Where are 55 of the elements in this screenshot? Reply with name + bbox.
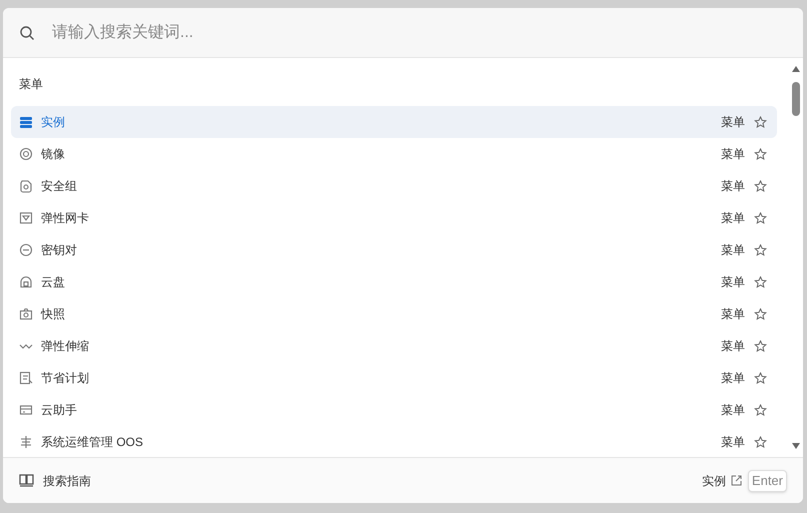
book-icon: [19, 474, 34, 487]
scroll-thumb[interactable]: [792, 82, 800, 116]
menu-item-icon: [19, 275, 33, 289]
star-icon[interactable]: [754, 148, 767, 160]
menu-item-label: 弹性伸缩: [41, 338, 90, 355]
menu-item-icon: [19, 243, 33, 257]
menu-item[interactable]: 实例 菜单: [11, 106, 777, 138]
section-title: 菜单: [18, 76, 44, 93]
menu-item-label: 节省计划: [41, 370, 90, 387]
star-icon[interactable]: [754, 436, 767, 448]
search-icon: [19, 25, 35, 41]
menu-item-icon: [19, 147, 33, 161]
star-icon[interactable]: [754, 308, 767, 320]
menu-item-icon: [19, 211, 33, 225]
enter-key: Enter: [748, 470, 787, 492]
category-label: 菜单: [721, 274, 745, 291]
category-label: 菜单: [721, 306, 745, 323]
menu-item-label: 云盘: [41, 274, 66, 291]
menu-item-label: 安全组: [41, 178, 78, 195]
menu-item-label: 系统运维管理 OOS: [41, 434, 144, 451]
menu-item-icon: [19, 307, 33, 321]
guide-link[interactable]: 搜索指南: [43, 472, 91, 490]
category-label: 菜单: [721, 434, 745, 451]
search-field[interactable]: 请输入搜索关键词...: [3, 8, 803, 58]
category-label: 菜单: [721, 178, 745, 195]
star-icon[interactable]: [754, 404, 767, 416]
menu-item-icon: [19, 435, 33, 449]
star-icon[interactable]: [754, 340, 767, 352]
star-icon[interactable]: [754, 180, 767, 192]
menu-item-label: 云助手: [41, 402, 78, 419]
star-icon[interactable]: [754, 244, 767, 256]
menu-item-icon: [19, 403, 33, 417]
category-label: 菜单: [721, 146, 745, 163]
category-label: 菜单: [721, 370, 745, 387]
category-label: 菜单: [721, 402, 745, 419]
category-label: 菜单: [721, 242, 745, 259]
category-label: 菜单: [721, 338, 745, 355]
menu-item-label: 实例: [41, 114, 66, 131]
target-label: 实例: [702, 472, 726, 490]
scroll-up-icon[interactable]: [792, 66, 800, 72]
category-label: 菜单: [721, 210, 745, 227]
menu-item-icon: [19, 371, 33, 385]
menu-item-icon: [19, 115, 33, 129]
menu-item-label: 镜像: [41, 146, 66, 163]
menu-item-icon: [19, 179, 33, 193]
star-icon[interactable]: [754, 372, 767, 384]
category-label: 菜单: [721, 114, 745, 131]
star-icon[interactable]: [754, 212, 767, 224]
external-link-icon: [730, 475, 742, 486]
scroll-down-icon[interactable]: [792, 443, 800, 449]
star-icon[interactable]: [754, 276, 767, 288]
menu-item-label: 密钥对: [41, 242, 78, 259]
menu-item-label: 快照: [41, 306, 66, 323]
menu-item-label: 弹性网卡: [41, 210, 90, 227]
star-icon[interactable]: [754, 116, 767, 128]
